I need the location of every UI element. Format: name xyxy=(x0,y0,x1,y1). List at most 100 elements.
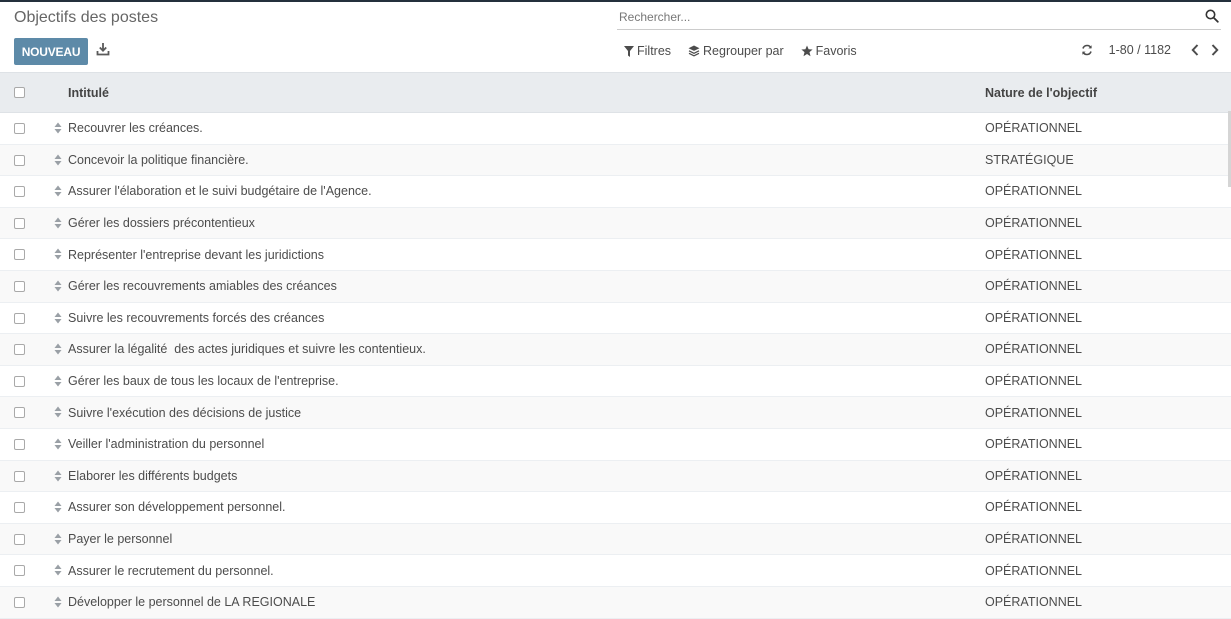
drag-handle-icon[interactable] xyxy=(54,343,62,355)
cell-title: Assurer la légalité des actes juridiques… xyxy=(68,342,426,357)
table-row[interactable]: Assurer la légalité des actes juridiques… xyxy=(0,334,1231,366)
filters-button[interactable]: Filtres xyxy=(624,44,671,58)
cell-title: Gérer les recouvrements amiables des cré… xyxy=(68,279,337,294)
row-checkbox[interactable] xyxy=(14,123,25,134)
cell-nature: OPÉRATIONNEL xyxy=(985,310,1083,325)
table-row[interactable]: Payer le personnel OPÉRATIONNEL xyxy=(0,523,1231,556)
cell-nature: OPÉRATIONNEL xyxy=(985,468,1083,483)
drag-handle-icon[interactable] xyxy=(54,185,62,197)
table-row[interactable]: Suivre les recouvrements forcés des créa… xyxy=(0,303,1231,335)
row-checkbox[interactable] xyxy=(14,344,25,356)
row-checkbox[interactable] xyxy=(14,280,25,292)
drag-handle-icon[interactable] xyxy=(54,154,62,166)
cell-nature: OPÉRATIONNEL xyxy=(985,437,1083,452)
column-header-nature[interactable]: Nature de l'objectif xyxy=(985,86,1097,100)
chevron-left-icon[interactable] xyxy=(1191,44,1199,56)
refresh-icon[interactable] xyxy=(1081,44,1093,56)
cell-title: Gérer les dossiers précontentieux xyxy=(68,216,255,231)
row-checkbox[interactable] xyxy=(14,470,25,482)
table-row[interactable]: Suivre l'exécution des décisions de just… xyxy=(0,397,1231,429)
cell-title: Veiller l'administration du personnel xyxy=(68,437,265,452)
group-by-label: Regrouper par xyxy=(703,44,784,58)
search-icon[interactable] xyxy=(1205,9,1219,23)
cell-nature: STRATÉGIQUE xyxy=(985,152,1074,167)
drag-handle-icon[interactable] xyxy=(54,280,62,292)
drag-handle-icon[interactable] xyxy=(54,122,62,134)
table-row[interactable]: Assurer son développement personnel. OPÉR… xyxy=(0,492,1231,524)
cell-title: Développer le personnel de LA REGIONALE xyxy=(68,595,316,610)
table-row[interactable]: Assurer le recrutement du personnel. OPÉR… xyxy=(0,555,1231,587)
select-all-checkbox[interactable] xyxy=(14,87,25,98)
table-row[interactable]: Représenter l'entreprise devant les juri… xyxy=(0,239,1231,271)
row-checkbox[interactable] xyxy=(14,312,25,324)
cell-title: Elaborer les différents budgets xyxy=(68,468,238,483)
drag-handle-icon[interactable] xyxy=(54,564,62,576)
funnel-icon xyxy=(624,45,634,57)
table-row[interactable]: Concevoir la politique financière. STRATÉ… xyxy=(0,144,1231,177)
table-row[interactable]: Gérer les baux de tous les locaux de l'e… xyxy=(0,366,1231,398)
group-by-button[interactable]: Regrouper par xyxy=(688,44,784,58)
cell-nature: OPÉRATIONNEL xyxy=(985,216,1083,231)
search-options: Filtres Regrouper par Favoris xyxy=(624,44,874,58)
drag-handle-icon[interactable] xyxy=(54,406,62,418)
row-checkbox[interactable] xyxy=(14,565,25,577)
drag-handle-icon[interactable] xyxy=(54,501,62,513)
cell-title: Assurer son développement personnel. xyxy=(68,500,286,515)
table-row[interactable]: Gérer les dossiers précontentieux OPÉRATI… xyxy=(0,207,1231,240)
table-row[interactable]: Elaborer les différents budgets OPÉRATION… xyxy=(0,460,1231,493)
top-bar xyxy=(0,0,1231,2)
star-icon xyxy=(801,45,813,57)
drag-handle-icon[interactable] xyxy=(54,533,62,545)
table-header: Intitulé Nature de l'objectif xyxy=(0,72,1231,113)
pager-range[interactable]: 1-80 / 1182 xyxy=(1109,43,1171,57)
page-title: Objectifs des postes xyxy=(14,9,159,26)
row-checkbox[interactable] xyxy=(14,407,25,419)
row-checkbox[interactable] xyxy=(14,375,25,387)
favorites-label: Favoris xyxy=(815,44,857,58)
search-bar xyxy=(617,6,1221,30)
drag-handle-icon[interactable] xyxy=(54,248,62,260)
table-row[interactable]: Veiller l'administration du personnel OPÉ… xyxy=(0,429,1231,461)
cell-title: Gérer les baux de tous les locaux de l'e… xyxy=(68,374,339,389)
cell-nature: OPÉRATIONNEL xyxy=(985,532,1083,547)
row-checkbox[interactable] xyxy=(14,438,25,450)
cell-title: Suivre l'exécution des décisions de just… xyxy=(68,405,302,420)
row-checkbox[interactable] xyxy=(14,596,25,608)
filters-label: Filtres xyxy=(637,44,672,58)
cell-nature: OPÉRATIONNEL xyxy=(985,121,1083,136)
pager: 1-80 / 1182 xyxy=(1081,43,1219,57)
drag-handle-icon[interactable] xyxy=(54,470,62,482)
cell-title: Assurer le recrutement du personnel. xyxy=(68,563,274,578)
cell-nature: OPÉRATIONNEL xyxy=(985,184,1083,199)
cell-nature: OPÉRATIONNEL xyxy=(985,342,1083,357)
favorites-button[interactable]: Favoris xyxy=(801,44,857,58)
cell-title: Concevoir la politique financière. xyxy=(68,152,249,167)
cell-nature: OPÉRATIONNEL xyxy=(985,405,1083,420)
cell-title: Recouvrer les créances. xyxy=(68,121,203,136)
column-header-title[interactable]: Intitulé xyxy=(68,86,109,100)
new-button[interactable]: NOUVEAU xyxy=(14,38,88,65)
drag-handle-icon[interactable] xyxy=(54,596,62,608)
table-row[interactable]: Gérer les recouvrements amiables des cré… xyxy=(0,270,1231,303)
table-row[interactable]: Recouvrer les créances. OPÉRATIONNEL xyxy=(0,113,1231,145)
drag-handle-icon[interactable] xyxy=(54,217,62,229)
row-checkbox[interactable] xyxy=(14,533,25,545)
drag-handle-icon[interactable] xyxy=(54,375,62,387)
row-checkbox[interactable] xyxy=(14,186,25,198)
list-table: Intitulé Nature de l'objectif Recouvrer … xyxy=(0,72,1231,619)
cell-nature: OPÉRATIONNEL xyxy=(985,563,1083,578)
row-checkbox[interactable] xyxy=(14,154,25,166)
drag-handle-icon[interactable] xyxy=(54,312,62,324)
layers-icon xyxy=(688,45,700,57)
row-checkbox[interactable] xyxy=(14,502,25,514)
chevron-right-icon[interactable] xyxy=(1211,44,1219,56)
row-checkbox[interactable] xyxy=(14,217,25,229)
row-checkbox[interactable] xyxy=(14,249,25,261)
cell-nature: OPÉRATIONNEL xyxy=(985,279,1083,294)
table-row[interactable]: Assurer l'élaboration et le suivi budgét… xyxy=(0,176,1231,208)
cell-nature: OPÉRATIONNEL xyxy=(985,374,1083,389)
download-icon[interactable] xyxy=(96,42,110,56)
table-body: Recouvrer les créances. OPÉRATIONNEL Conce… xyxy=(0,113,1231,619)
search-input[interactable] xyxy=(617,6,1201,28)
drag-handle-icon[interactable] xyxy=(54,438,62,450)
